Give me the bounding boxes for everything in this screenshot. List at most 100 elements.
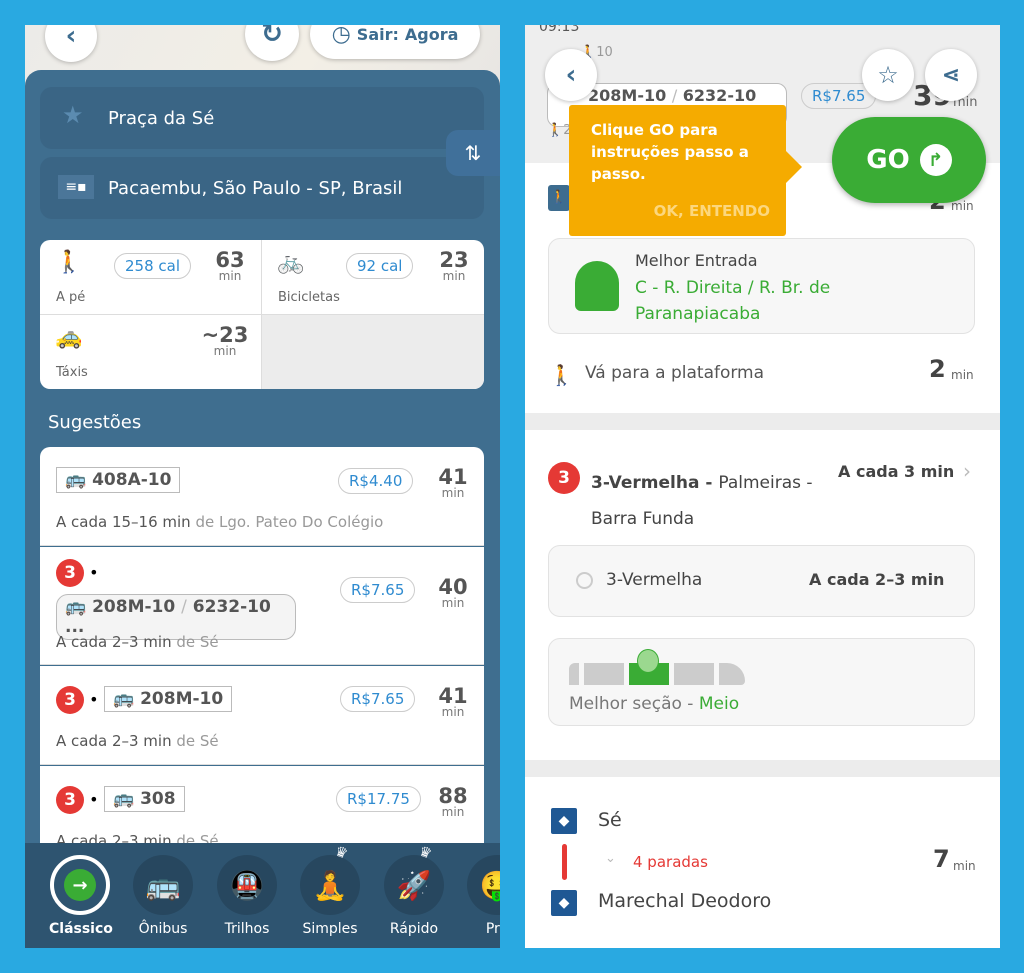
line-header[interactable]: 3 [548,462,580,494]
line-3-badge: 3 [56,686,84,714]
chevron-left-icon: ‹ [565,60,577,90]
line-label: 🚌 408A-10 [56,467,181,493]
bus-icon: 🚌 [65,597,93,617]
radio-icon[interactable] [576,572,593,589]
route-type-nav: → Clássico 🚌 Ônibus 🚇 Trilhos 🧘 Simples 🚀 Ráp… [25,843,500,948]
line-3-badge: 3 [548,462,580,494]
line-3-badge: 3 [56,559,84,587]
route-item[interactable]: 3 • 🚌 208M-10 / 6232-10 ... R$7.65 40 min… [40,547,484,665]
swap-icon: ⇅ [464,141,482,165]
bus-icon: 🚌 [113,789,141,809]
address-icon: ≡▪ [58,175,94,199]
route-price: R$17.75 [336,786,421,812]
metro-station-icon: ◆ [551,890,577,916]
directions-panel: ★ Praça da Sé ≡▪ Pacaembu, São Paulo - S… [25,70,500,948]
best-section-label: Melhor seção - Meio [569,694,740,714]
walk-label: A pé [56,290,86,305]
status-time: 09:13 [539,25,580,35]
route-price: R$4.40 [338,468,414,494]
stops-count-toggle[interactable]: 4 paradas [633,853,708,871]
walk-step-icon: 🚶 [548,185,570,211]
depart-value: Agora [404,25,459,44]
route-price: R$7.65 [340,686,416,712]
walk-icon: 🚶 [55,250,83,275]
origin-field[interactable]: ★ Praça da Sé [40,87,484,149]
bus-icon: 🚌 [65,470,93,490]
money-face-icon: 🤑 [467,855,500,915]
train-diagram-icon [569,649,745,685]
stairs-walk-icon: 🚶 [549,363,574,387]
summary-walk-2: 🚶2 [547,123,572,138]
stop-to: Marechal Deodoro [598,890,772,912]
star-pin-icon: ★ [62,101,84,129]
share-icon: ⋖ [941,62,961,88]
best-entrance-card: Melhor Entrada C - R. Direita / R. Br. d… [548,238,975,334]
nav-classico[interactable]: → Clássico [49,855,113,937]
mode-walk[interactable]: 🚶 258 cal 63 min A pé [40,240,261,314]
go-button[interactable]: GO ↱ [832,117,986,203]
depart-time-button[interactable]: ◷ Sair: Agora [310,25,480,59]
bike-calories: 92 cal [346,253,414,279]
star-icon: ☆ [877,61,899,89]
line-segment [562,844,567,880]
left-screen: ‹ ↻ ◷ Sair: Agora ★ Praça da Sé ≡▪ Pacae… [25,25,500,948]
bicycle-icon: 🚲 [277,250,305,275]
nav-trilhos[interactable]: 🚇 Trilhos [216,855,278,937]
divider [525,413,1000,430]
bike-label: Bicicletas [278,290,340,305]
depart-label: Sair: [356,25,399,44]
tooltip-text: Clique GO para instruções passo a passo. [591,121,749,183]
swap-button[interactable]: ⇅ [446,130,500,176]
entrance-title: Melhor Entrada [635,251,758,270]
bus-icon: 🚌 [113,689,141,709]
right-screen: 09:13 🚶10 208M-10 / 6232-10 ... R$7.65 3… [525,25,1000,948]
route-item[interactable]: 3 • 🚌 208M-10 R$7.65 41 min A cada 2–3 mi… [40,666,484,765]
favorite-button[interactable]: ☆ [862,49,914,101]
ok-entendo-button[interactable]: OK, ENTENDO [654,200,770,222]
taxi-label: Táxis [56,365,88,380]
classic-route-icon: → [64,869,96,901]
modes-card: 🚶 258 cal 63 min A pé 🚲 92 cal 23 min Bici… [40,240,484,389]
entrance-value: C - R. Direita / R. Br. de Paranapiacaba [635,278,831,324]
refresh-icon: ↻ [261,25,283,49]
back-button[interactable]: ‹ [545,49,597,101]
share-button[interactable]: ⋖ [925,49,977,101]
rocket-icon: 🚀 [384,855,444,915]
bus-icon: 🚌 [133,855,193,915]
origin-text: Praça da Sé [108,107,215,129]
destination-text: Pacaembu, São Paulo - SP, Brasil [108,177,403,199]
nav-rapido[interactable]: 🚀 Rápido [383,855,445,937]
walk-icon: 🚶 [547,123,564,138]
metro-station-icon: ◆ [551,808,577,834]
platform-label: Vá para a plataforma [585,363,765,383]
chevron-left-icon: ‹ [65,25,77,51]
nav-preco[interactable]: 🤑Pre [466,855,500,937]
stop-from: Sé [598,809,622,831]
line-frequency: A cada 3 min [838,462,955,481]
chevron-right-icon[interactable]: › [963,459,971,483]
metro-icon: 🚇 [217,855,277,915]
mode-bike[interactable]: 🚲 92 cal 23 min Bicicletas [262,240,484,314]
taxi-icon: 🚕 [55,325,83,350]
line-title: 3-Vermelha - Palmeiras - Barra Funda [591,473,813,529]
mascot-icon [575,261,619,311]
route-item[interactable]: 🚌 408A-10 R$4.40 41 min A cada 15–16 min … [40,447,484,546]
line-option-card[interactable]: 3-Vermelha A cada 2–3 min [548,545,975,617]
meditation-icon: 🧘 [300,855,360,915]
route-price: R$7.65 [340,577,416,603]
turn-arrow-icon: ↱ [919,144,952,176]
ride-time: 7 [933,845,950,873]
mode-taxi[interactable]: 🚕 ~23 min Táxis [40,315,261,389]
destination-field[interactable]: ≡▪ Pacaembu, São Paulo - SP, Brasil [40,157,484,219]
clock-icon: ◷ [331,25,351,47]
nav-onibus[interactable]: 🚌 Ônibus [132,855,194,937]
suggestions-title: Sugestões [48,412,142,433]
chevron-down-icon[interactable]: ⌄ [605,851,616,866]
platform-time: 2 [929,355,946,383]
line-3-badge: 3 [56,786,84,814]
walk-calories: 258 cal [114,253,192,279]
divider [525,760,1000,777]
go-tooltip: Clique GO para instruções passo a passo.… [569,105,802,236]
best-section-card: Melhor seção - Meio [548,638,975,726]
nav-simples[interactable]: 🧘 Simples [299,855,361,937]
